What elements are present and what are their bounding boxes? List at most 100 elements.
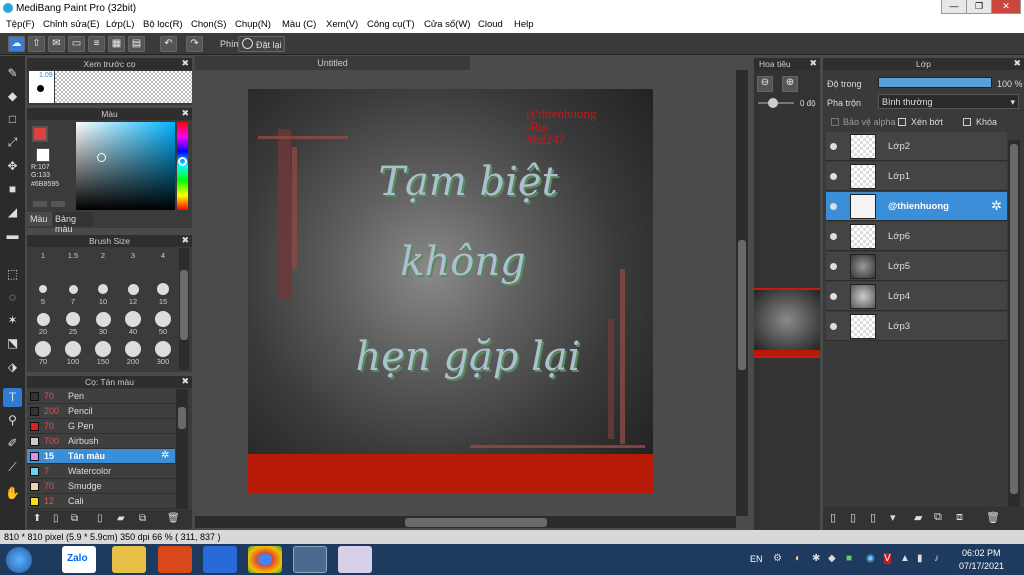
eye-icon[interactable] [830,293,837,300]
artwork-canvas[interactable]: @thienhuong -Ru- #hd247 Tạm biệt không h… [248,89,653,493]
minimize-button[interactable]: — [941,0,967,14]
rotate-slider-handle[interactable] [768,98,778,108]
magic-wand-icon[interactable]: ✶ [3,311,22,330]
gear-icon[interactable]: ✲ [161,450,169,461]
hand-tool-icon[interactable]: ✋ [3,484,22,503]
close-icon[interactable]: ✖ [181,108,189,119]
brush-list-item[interactable]: 200 Pencil [27,404,175,419]
brush-size-option[interactable]: 3 [119,249,147,277]
new-1bit-layer-icon[interactable]: ▯ [870,511,876,524]
brush-size-option[interactable]: 7 [59,279,87,307]
layout-icon[interactable]: ▦ [108,36,125,52]
clock-date[interactable]: 07/17/2021 [959,561,1004,571]
internet-explorer-icon[interactable] [203,546,237,573]
hue-slider-handle[interactable] [178,157,187,166]
swap-color-button[interactable] [51,201,65,207]
brush-size-option[interactable]: 10 [89,279,117,307]
canvas-hscrollbar[interactable] [195,516,736,528]
zoom-in-icon[interactable]: ⊕ [782,76,798,92]
protect-alpha-checkbox[interactable] [831,118,839,126]
share-icon[interactable]: ⇧ [28,36,45,52]
clip-checkbox[interactable] [898,118,906,126]
gear-icon[interactable]: ✲ [991,198,1002,214]
layer-row[interactable]: Lớp6 [826,222,1007,251]
background-color-swatch[interactable] [36,148,50,162]
tray-icon[interactable]: ◆ [828,553,836,564]
brush-size-option[interactable]: 1.5 [59,249,87,277]
brush-size-option[interactable]: 1 [29,249,57,277]
menu-file[interactable]: Tệp(F) [6,19,35,30]
lasso-tool-icon[interactable]: ◌ [3,288,22,307]
brush-size-option[interactable]: 5 [29,279,57,307]
brush-size-option[interactable]: 12 [119,279,147,307]
grid-icon[interactable]: ▤ [128,36,145,52]
menu-view[interactable]: Xem(V) [326,19,358,30]
pipette-tool-icon[interactable]: ⟋ [3,458,22,477]
brush-list-scroll-thumb[interactable] [178,407,186,429]
eye-icon[interactable] [830,233,837,240]
brush-list-item[interactable]: 70 G Pen [27,419,175,434]
menu-filter[interactable]: Bộ lọc(R) [143,19,183,30]
eyedropper-tool-icon[interactable]: ✐ [3,434,22,453]
medibang-taskbar-icon[interactable] [293,546,327,573]
canvas-tab[interactable]: Untitled [195,56,470,70]
add-brush-icon[interactable]: ⬆ [33,513,41,524]
brush-list-scrollbar[interactable] [176,389,188,509]
menu-cloud[interactable]: Cloud [478,19,503,30]
tray-icon[interactable]: ◐ [795,553,801,564]
brush-size-option[interactable]: 25 [59,309,87,337]
nvidia-icon[interactable]: ■ [846,553,852,564]
undo-icon[interactable]: ↶ [160,36,177,52]
menu-select[interactable]: Chọn(S) [191,19,226,30]
move-tool-icon[interactable]: ✥ [3,157,22,176]
media-player-icon[interactable] [158,546,192,573]
bluetooth-icon[interactable]: ✱ [812,553,820,564]
menu-layer[interactable]: Lớp(L) [106,19,134,30]
add-layer-menu-icon[interactable]: ▾ [890,511,896,524]
brush-size-option[interactable]: 300 [149,339,177,367]
new-layer-icon[interactable]: ▯ [830,511,836,524]
maximize-button[interactable]: ❐ [966,0,992,14]
close-icon[interactable]: ✖ [1013,58,1021,69]
start-button[interactable] [6,547,32,573]
menu-color[interactable]: Màu (C) [282,19,316,30]
brush-list-item[interactable]: 7 Watercolor [27,464,175,479]
brush-list-item[interactable]: 70 Smudge [27,479,175,494]
layer-row[interactable]: @thienhuong ✲ [826,192,1007,221]
select-tool-icon[interactable]: ⬚ [3,265,22,284]
antivirus-icon[interactable]: V [884,553,891,564]
eye-icon[interactable] [830,323,837,330]
layers-scrollbar[interactable] [1008,140,1020,510]
delete-brush-icon[interactable]: 🗑 [167,513,180,524]
brush-folder-icon[interactable]: ▰ [117,513,125,524]
page-icon[interactable]: ▭ [68,36,85,52]
menu-tools[interactable]: Công cụ(T) [367,19,415,30]
close-button[interactable]: ✕ [991,0,1021,14]
fill-tool-icon[interactable]: ◢ [3,203,22,222]
tab-palette[interactable]: Bảng màu [53,212,93,234]
add-color-button[interactable] [33,201,47,207]
brush-size-option[interactable]: 150 [89,339,117,367]
brush-size-option[interactable]: 4 [149,249,177,277]
import-brush-icon[interactable]: ▯ [97,513,103,524]
foreground-color-swatch[interactable] [32,126,48,142]
select-pen2-icon[interactable]: ⬔ [3,334,22,353]
brush-settings-icon[interactable]: ⧉ [139,513,146,524]
layer-folder-icon[interactable]: ▰ [914,511,922,524]
brush-size-scrollbar[interactable] [179,248,189,370]
brush-list-item[interactable]: 15 Tán màu ✲ [27,449,175,464]
eraser-tool-icon[interactable]: ◆ [3,87,22,106]
eye-icon[interactable] [830,263,837,270]
layers-scroll-thumb[interactable] [1010,144,1018,494]
menu-window[interactable]: Cửa sổ(W) [424,19,470,30]
menu-capture[interactable]: Chụp(N) [235,19,271,30]
close-icon[interactable]: ✖ [181,235,189,246]
zoom-out-icon[interactable]: ⊖ [757,76,773,92]
navigator-thumbnail[interactable] [754,288,820,358]
eye-icon[interactable] [830,173,837,180]
tab-color[interactable]: Màu [27,212,52,226]
menu-edit[interactable]: Chỉnh sửa(E) [43,19,100,30]
chrome-icon[interactable] [248,546,282,573]
redo-icon[interactable]: ↷ [186,36,203,52]
brush-list-item[interactable]: 12 Cali [27,494,175,509]
